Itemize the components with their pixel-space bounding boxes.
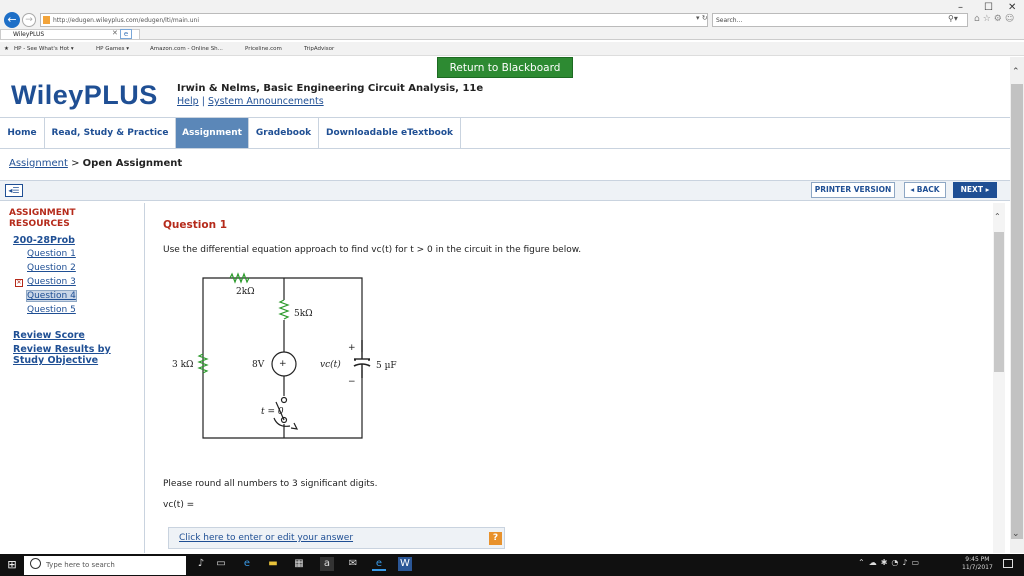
taskbar-search-icon (30, 558, 41, 569)
r-mid-label: 5kΩ (294, 309, 313, 319)
system-announcements-link[interactable]: System Announcements (208, 96, 324, 107)
store-icon[interactable]: ▦ (292, 557, 306, 571)
incorrect-x-icon: ✕ (15, 279, 23, 287)
help-links: Help | System Announcements (177, 96, 324, 107)
cap-minus: − (348, 377, 356, 387)
new-tab-button[interactable]: e (120, 29, 132, 39)
breadcrumb-assignment-link[interactable]: Assignment (9, 158, 68, 169)
maximize-button[interactable]: ☐ (984, 2, 993, 13)
heading-line-1: ASSIGNMENT (9, 208, 76, 218)
wileyplus-logo: WileyPLUS (11, 80, 158, 110)
answer-equation-label: vc(t) = (163, 500, 195, 510)
tab-close-icon[interactable]: ✕ (112, 29, 118, 37)
resistor-5k (278, 299, 290, 320)
internet-explorer-icon[interactable]: e (372, 557, 386, 571)
cap-plus: + (348, 343, 356, 353)
r-left-label: 3 kΩ (172, 360, 194, 370)
minimize-button[interactable]: – (958, 2, 963, 13)
favorite-tripadvisor[interactable]: TripAdvisor (304, 42, 334, 56)
clock-time: 9:45 PM (965, 556, 990, 563)
home-favorites-settings-icons[interactable]: ⌂☆⚙☺ (974, 14, 1017, 24)
browser-tab[interactable]: WileyPLUS (0, 29, 140, 40)
content-scrollbar-thumb[interactable] (994, 232, 1004, 372)
file-explorer-icon[interactable]: ▬ (266, 557, 280, 571)
r-top-label: 2kΩ (236, 287, 255, 297)
switch-contact (280, 396, 288, 404)
back-button[interactable]: ◂ BACK (904, 182, 946, 198)
question-text: Use the differential equation approach t… (163, 245, 582, 255)
favorite-amazon[interactable]: Amazon.com - Online Sh... (150, 42, 223, 56)
taskbar-clock[interactable]: 9:45 PM 11/7/2017 (962, 556, 993, 572)
search-icon[interactable]: ⚲▾ (948, 14, 958, 23)
sidebar-question-2[interactable]: Question 2 (27, 263, 76, 273)
refresh-icon[interactable]: ▾ ↻ (696, 14, 708, 22)
page-scroll-down-icon[interactable]: ⌄ (1012, 529, 1020, 539)
next-button[interactable]: NEXT ▸ (953, 182, 997, 198)
mic-icon[interactable]: ♪ (194, 557, 208, 571)
help-link[interactable]: Help (177, 96, 199, 107)
review-results-link[interactable]: Review Results by Study Objective (13, 344, 111, 366)
address-bar[interactable]: http://edugen.wileyplus.com/edugen/lti/m… (40, 13, 708, 27)
printer-version-button[interactable]: PRINTER VERSION (811, 182, 895, 198)
browser-back-button[interactable]: ← (4, 12, 20, 28)
tab-gradebook[interactable]: Gradebook (249, 118, 319, 148)
review-results-line-1[interactable]: Review Results by (13, 344, 111, 355)
mail-icon[interactable]: ✉ (346, 557, 360, 571)
tab-home[interactable]: Home (0, 118, 45, 148)
favorites-star-icon[interactable]: ★ (4, 42, 9, 56)
favorites-bar: ★ HP - See What's Hot ▾ HP Games ▾ Amazo… (0, 42, 1024, 56)
cap-voltage-label: vc(t) (320, 359, 341, 370)
main-nav: Home Read, Study & Practice Assignment G… (0, 117, 1010, 149)
favorite-priceline[interactable]: Priceline.com (245, 42, 282, 56)
scroll-up-icon[interactable]: ⌃ (994, 212, 1001, 221)
return-to-blackboard-button[interactable]: Return to Blackboard (437, 57, 573, 78)
app-icon[interactable]: a (320, 557, 334, 571)
cap-value-label: 5 µF (376, 361, 397, 371)
edge-icon[interactable]: e (240, 557, 254, 571)
review-score-link[interactable]: Review Score (13, 330, 85, 341)
sidebar-question-1[interactable]: Question 1 (27, 249, 76, 259)
page-scroll-up-icon[interactable]: ⌃ (1012, 67, 1020, 77)
page-scrollbar-thumb[interactable] (1011, 84, 1023, 539)
tab-read-study-practice[interactable]: Read, Study & Practice (45, 118, 176, 148)
system-tray-icons[interactable]: ⌃☁✱◔♪▭ (858, 558, 923, 567)
close-window-button[interactable]: ✕ (1008, 2, 1016, 13)
circuit-diagram: 2kΩ 5kΩ 3 kΩ 8V + vc(t) 5 µF + − t = 0 (172, 272, 397, 439)
assignment-resources-heading: ASSIGNMENT RESOURCES (9, 208, 76, 230)
page-icon (43, 16, 50, 24)
favorite-hp-whats-hot[interactable]: HP - See What's Hot ▾ (14, 42, 74, 56)
start-button[interactable]: ⊞ (0, 554, 24, 576)
sidebar-question-4[interactable]: Question 4 (26, 290, 77, 302)
review-results-line-2[interactable]: Study Objective (13, 355, 111, 366)
question-title: Question 1 (163, 219, 228, 231)
breadcrumb-current: Open Assignment (82, 158, 183, 169)
switch-label: t = 0 (261, 407, 284, 417)
source-plus: + (279, 359, 287, 369)
breadcrumb: Assignment > Open Assignment (9, 158, 182, 169)
book-title: Irwin & Nelms, Basic Engineering Circuit… (177, 83, 484, 94)
enter-answer-link[interactable]: Click here to enter or edit your answer (179, 533, 353, 543)
source-label: 8V (252, 360, 265, 370)
sidebar-question-3[interactable]: Question 3 (27, 277, 76, 287)
link-separator: | (201, 96, 205, 107)
tab-downloadable-etextbook[interactable]: Downloadable eTextbook (319, 118, 461, 148)
task-view-icon[interactable]: ▭ (214, 557, 228, 571)
clock-date: 11/7/2017 (962, 564, 993, 571)
notification-icon[interactable] (1003, 559, 1013, 568)
question-list-icon[interactable]: ◂☰ (5, 184, 23, 197)
problem-set-link[interactable]: 200-28Prob (13, 235, 75, 246)
help-icon[interactable]: ? (489, 532, 502, 545)
browser-search-input[interactable]: Search... (712, 13, 968, 27)
tab-assignment[interactable]: Assignment (176, 118, 249, 148)
taskbar-search-input[interactable]: Type here to search (24, 556, 186, 575)
breadcrumb-separator: > (71, 158, 80, 169)
heading-line-2: RESOURCES (9, 219, 70, 229)
browser-forward-button[interactable]: → (22, 13, 36, 27)
favorite-hp-games[interactable]: HP Games ▾ (96, 42, 129, 56)
word-icon[interactable]: W (398, 557, 412, 571)
sidebar-question-5[interactable]: Question 5 (27, 305, 76, 315)
rounding-instruction: Please round all numbers to 3 significan… (163, 479, 378, 489)
